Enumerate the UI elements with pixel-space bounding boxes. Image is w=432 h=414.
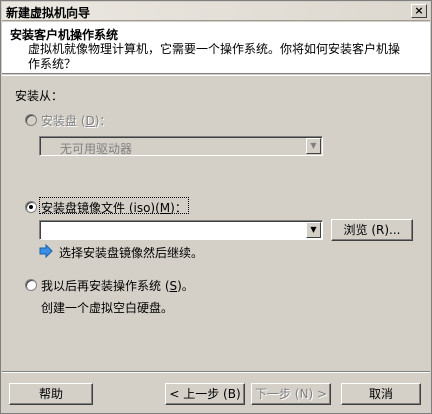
header-title: 安装客户机操作系统	[10, 28, 119, 42]
focus-indicator	[39, 197, 189, 214]
chevron-down-icon[interactable]: ▼	[306, 138, 321, 154]
browse-button[interactable]: 浏览 (R)...	[331, 219, 413, 241]
arrow-right-icon	[39, 244, 53, 258]
chevron-down-icon[interactable]: ▼	[306, 222, 321, 238]
install-from-label: 安装从：	[15, 89, 64, 103]
header-separator	[2, 75, 430, 76]
header-subtitle: 虚拟机就像物理计算机，它需要一个操作系统。你将如何安装客户机操作系统？	[28, 42, 401, 71]
later-description: 创建一个虚拟空白硬盘。	[41, 301, 174, 315]
title-bar[interactable]: 新建虚拟机向导 ×	[2, 2, 430, 21]
help-button[interactable]: 帮助	[9, 383, 93, 405]
next-button[interactable]: 下一步 (N) >	[251, 383, 331, 405]
new-vm-wizard-dialog: 新建虚拟机向导 × 安装客户机操作系统 虚拟机就像物理计算机，它需要一个操作系统…	[0, 0, 432, 414]
radio-install-iso[interactable]	[25, 201, 37, 213]
cancel-button[interactable]: 取消	[341, 383, 421, 405]
radio-install-later[interactable]	[25, 279, 37, 291]
footer-separator-highlight	[2, 372, 430, 373]
disc-drive-value: 无可用驱动器	[60, 142, 133, 156]
back-button[interactable]: < 上一步 (B)	[165, 383, 245, 405]
window-title: 新建虚拟机向导	[6, 6, 91, 20]
label-install-disc: 安装盘 (D)：	[41, 114, 112, 128]
radio-install-disc[interactable]	[25, 114, 37, 126]
close-icon: ×	[414, 4, 424, 17]
wizard-header: 安装客户机操作系统 虚拟机就像物理计算机，它需要一个操作系统。你将如何安装客户机…	[2, 22, 430, 74]
iso-hint-text: 选择安装盘镜像然后继续。	[59, 246, 204, 260]
iso-path-input[interactable]: ▼	[39, 220, 323, 240]
close-button[interactable]: ×	[411, 4, 427, 18]
disc-drive-select[interactable]: 无可用驱动器 ▼	[39, 136, 323, 156]
label-install-later: 我以后再安装操作系统 (S)。	[41, 279, 194, 293]
